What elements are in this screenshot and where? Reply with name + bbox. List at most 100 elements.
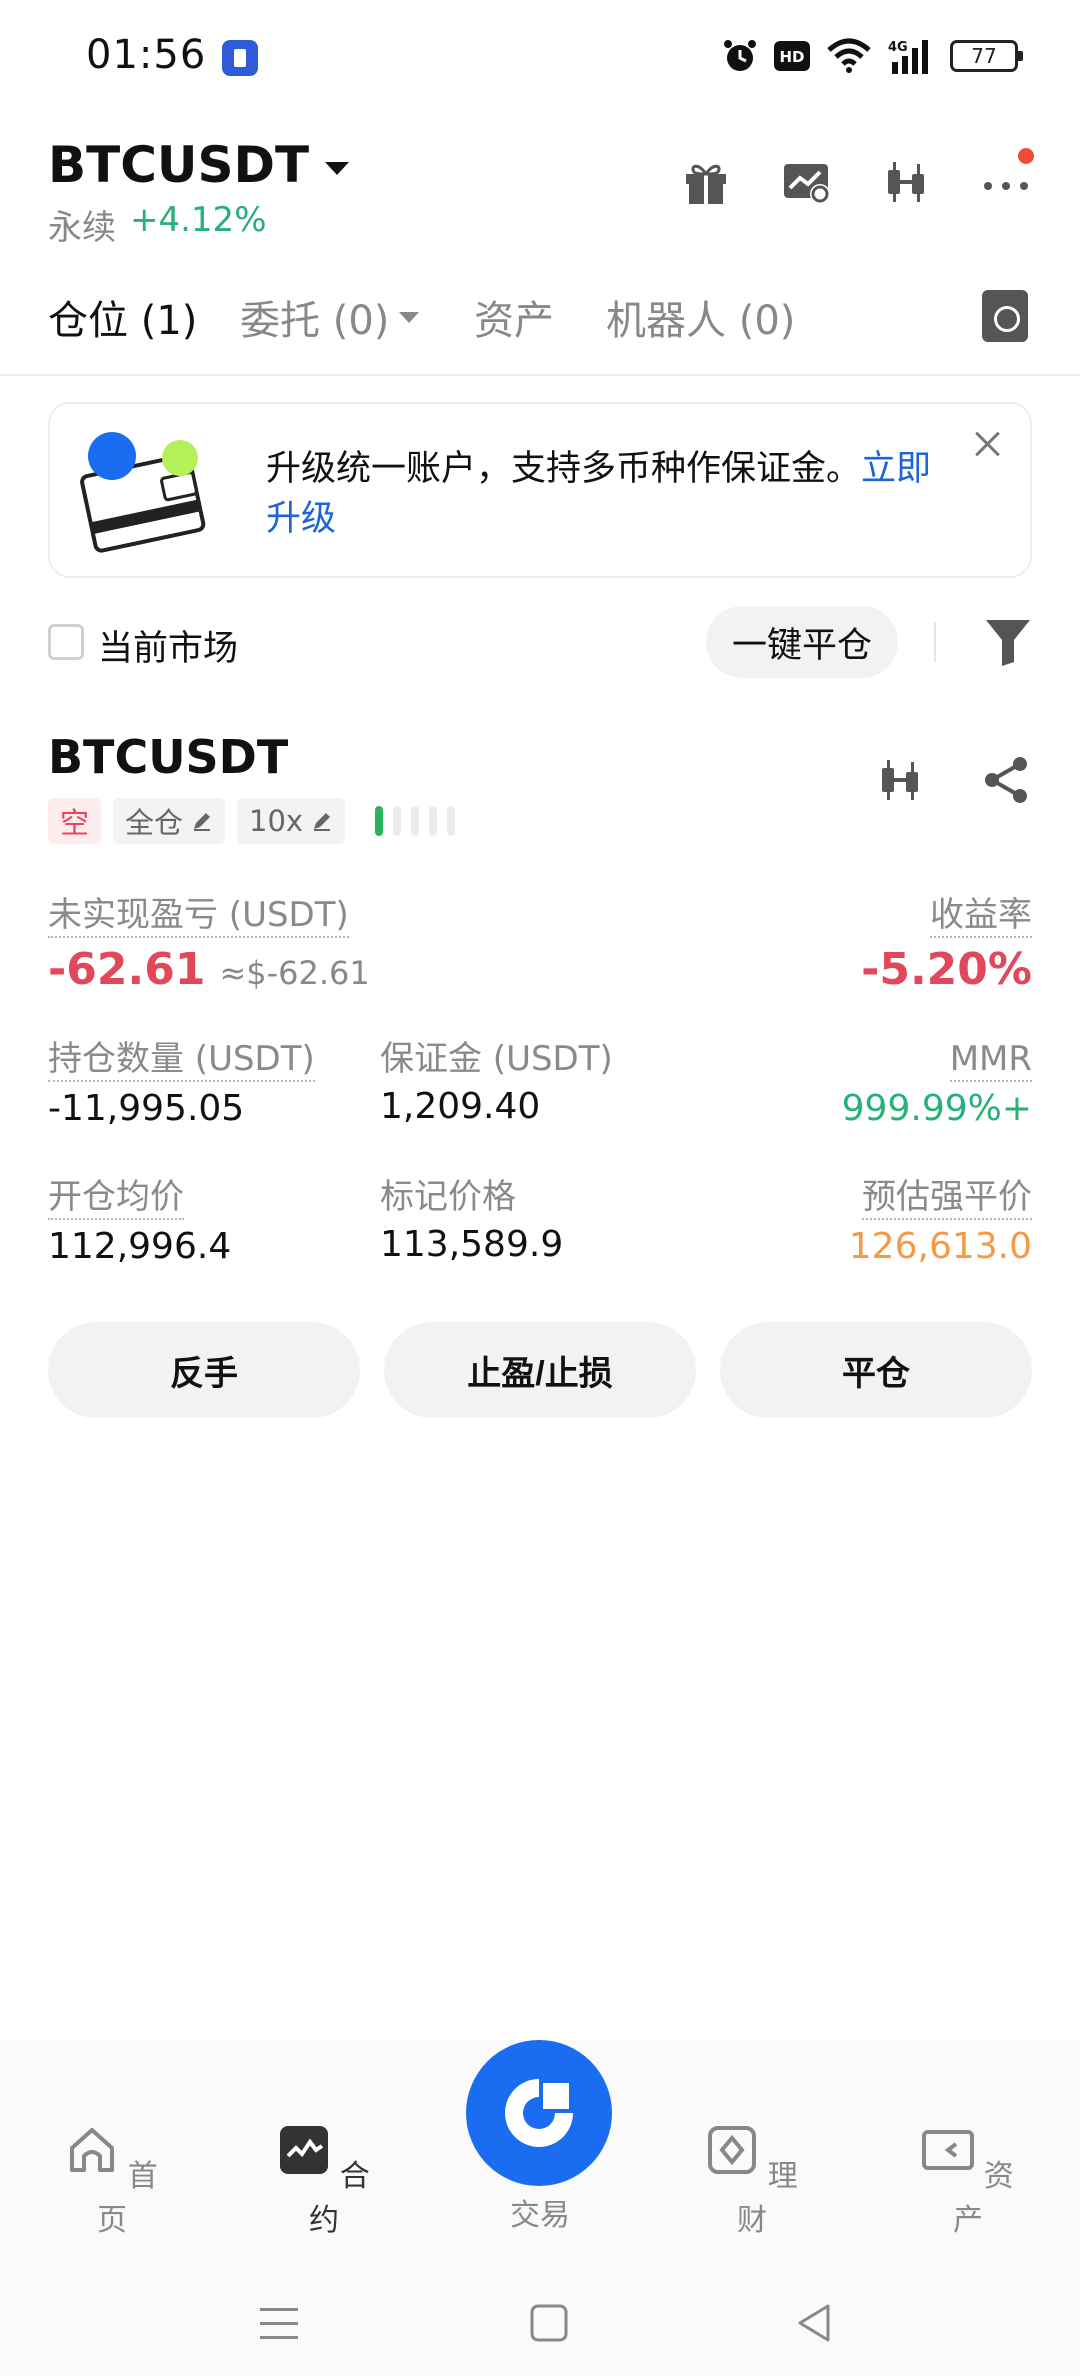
status-icons: HD 4G 77 [722,38,1023,74]
app-notification-icon [222,40,258,76]
close-icon[interactable] [972,428,1004,460]
leverage-tag[interactable]: 10x [237,798,346,844]
liq-price-value: 126,613.0 [848,1226,1032,1267]
pair-selector[interactable]: BTCUSDT [48,136,350,194]
unrealized-pnl-value: -62.61 [48,944,206,995]
tab-positions[interactable]: 仓位 (1) [48,288,197,346]
contract-type: 永续 [48,208,116,248]
history-icon[interactable] [982,290,1028,342]
tab-bots[interactable]: 机器人 (0) [606,288,795,346]
price-change: +4.12% [130,200,267,240]
current-market-label: 当前市场 [98,629,239,669]
trade-label: 交易 [510,2198,570,2233]
trade-icon [505,2079,573,2147]
mmr-label[interactable]: MMR [949,1038,1032,1082]
mark-price: 标记价格 113,589.9 [380,1176,563,1265]
margin-value: 1,209.40 [380,1086,541,1127]
gift-icon[interactable] [680,156,732,208]
divider [934,622,936,662]
nav-home[interactable]: 首页 [52,2124,172,2239]
candlestick-icon[interactable] [874,754,926,806]
mmr: MMR 999.99%+ [842,1038,1032,1129]
unrealized-pnl: 未实现盈亏 (USDT) -62.61 ≈$-62.61 [48,894,370,995]
unrealized-pnl-usd: ≈$-62.61 [219,954,370,992]
position-tabs: 仓位 (1) 委托 (0) 资产 机器人 (0) [0,268,1080,376]
nav-earn[interactable]: 理财 [692,2124,812,2239]
status-bar: 01:56 HD 4G 77 [0,0,1080,120]
roe-label[interactable]: 收益率 [930,894,1032,938]
chevron-down-icon [399,311,420,323]
wallet-illustration [80,432,206,553]
margin-label: 保证金 (USDT) [380,1039,613,1079]
roe-value: -5.20% [861,944,1032,995]
tpsl-button[interactable]: 止盈/止损 [384,1322,696,1418]
mmr-value: 999.99%+ [841,1088,1032,1129]
risk-bar [447,806,456,836]
risk-bar [411,806,420,836]
futures-icon [280,2126,329,2174]
upgrade-link[interactable]: 立即 [861,449,931,489]
mark-price-value: 113,589.9 [380,1224,564,1265]
tab-assets[interactable]: 资产 [474,288,554,346]
filter-icon[interactable] [984,616,1032,668]
chart-settings-icon[interactable] [780,156,832,208]
margin-mode-tag[interactable]: 全仓 [113,798,226,844]
earn-icon [708,2126,757,2174]
hd-icon: HD [774,41,810,71]
risk-bar [375,806,384,836]
market-header: BTCUSDT 永续 +4.12% [0,130,1080,250]
edit-icon [314,813,331,831]
risk-meter [375,806,456,836]
filter-row: 当前市场 一键平仓 [0,598,1080,688]
size-value: -11,995.05 [48,1088,245,1129]
svg-text:4G: 4G [888,40,908,55]
bottom-nav: 首页 合约 交易 理财 资产 [0,2040,1080,2270]
more-button[interactable] [980,148,1034,208]
roe: 收益率 -5.20% [861,894,1032,995]
alarm-icon [724,40,756,71]
position-symbol: BTCUSDT [48,730,289,784]
size-label[interactable]: 持仓数量 (USDT) [48,1038,315,1082]
position-tags: 空 全仓 10x [48,798,456,844]
home-icon [70,2128,115,2172]
nav-futures[interactable]: 合约 [264,2124,384,2239]
candlestick-icon[interactable] [880,156,932,208]
trade-button[interactable] [466,2040,612,2186]
risk-bar [429,806,438,836]
liq-price: 预估强平价 126,613.0 [849,1176,1032,1267]
unrealized-pnl-label[interactable]: 未实现盈亏 (USDT) [48,894,349,938]
header-actions [680,148,1034,208]
margin: 保证金 (USDT) 1,209.40 [380,1038,613,1127]
banner-message: 升级统一账户，支持多币种作保证金。立即 升级 [266,449,932,539]
svg-text:HD: HD [779,48,804,66]
home-square-icon[interactable] [524,2298,574,2348]
notification-dot [1018,148,1034,164]
reverse-button[interactable]: 反手 [48,1322,360,1418]
mark-price-label: 标记价格 [380,1177,516,1217]
nav-assets[interactable]: 资产 [908,2124,1028,2239]
system-nav-bar [0,2270,1080,2376]
back-icon[interactable] [790,2298,840,2348]
pair-subline: 永续 +4.12% [48,200,267,249]
entry-price-label[interactable]: 开仓均价 [48,1176,184,1220]
close-position-button[interactable]: 平仓 [720,1322,1032,1418]
upgrade-banner: 升级统一账户，支持多币种作保证金。立即 升级 [48,402,1032,578]
current-market-checkbox[interactable] [48,624,84,660]
side-tag: 空 [48,798,102,844]
wifi-icon [827,38,871,73]
status-time: 01:56 [86,32,207,78]
liq-price-label[interactable]: 预估强平价 [862,1176,1032,1220]
close-all-button[interactable]: 一键平仓 [706,606,898,678]
edit-icon [194,813,211,831]
pair-name: BTCUSDT [48,136,310,194]
menu-icon[interactable] [254,2298,304,2348]
entry-price: 开仓均价 112,996.4 [48,1176,231,1267]
tab-orders[interactable]: 委托 (0) [240,288,420,346]
upgrade-link-cont[interactable]: 升级 [266,499,336,539]
signal-icon: 4G [888,40,928,74]
share-icon[interactable] [980,754,1032,806]
position-actions [874,754,1032,806]
chevron-down-icon [325,161,350,175]
risk-bar [393,806,402,836]
wallet-icon [922,2130,975,2170]
